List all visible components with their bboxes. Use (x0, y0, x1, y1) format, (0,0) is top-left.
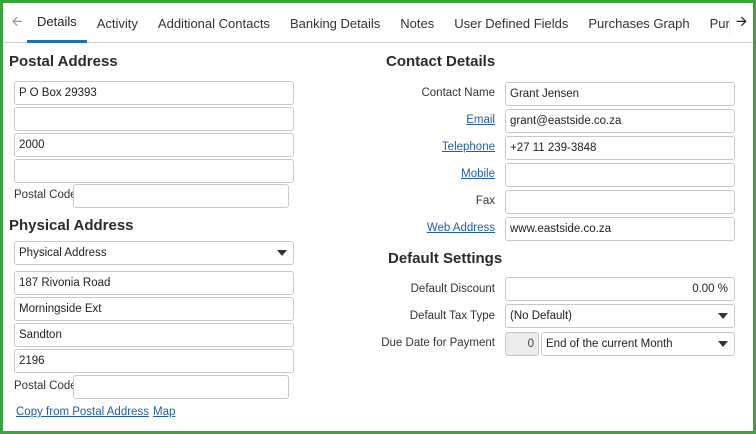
default-tax-type-label: Default Tax Type (409, 310, 495, 322)
due-date-label: Due Date for Payment (381, 337, 495, 349)
contact-name-label: Contact Name (421, 87, 495, 99)
tab-activity[interactable]: Activity (87, 3, 148, 43)
physical-address-title: Physical Address (9, 217, 134, 234)
default-tax-type-value: (No Default) (510, 310, 572, 322)
tab-purchases-graph[interactable]: Purchases Graph (578, 3, 699, 43)
tab-banking-details[interactable]: Banking Details (280, 3, 390, 43)
tab-additional-contacts[interactable]: Additional Contacts (148, 3, 280, 43)
postal-line2-input[interactable] (14, 107, 294, 131)
physical-postal-code-input[interactable] (73, 375, 289, 399)
due-date-select[interactable]: End of the current Month (541, 332, 735, 356)
telephone-input[interactable]: +27 11 239-3848 (505, 136, 735, 160)
physical-line4-input[interactable]: 2196 (14, 349, 294, 373)
contact-name-input[interactable]: Grant Jensen (505, 82, 735, 106)
postal-address-title: Postal Address (9, 53, 118, 70)
postal-code-input[interactable] (73, 184, 289, 208)
contact-details-title: Contact Details (386, 53, 496, 70)
physical-address-type-select[interactable]: Physical Address (14, 241, 294, 265)
tab-list: Details Activity Additional Contacts Ban… (27, 3, 729, 43)
tab-notes[interactable]: Notes (390, 3, 444, 43)
physical-postal-code-label: Postal Code (14, 380, 77, 392)
physical-address-type-value: Physical Address (19, 247, 107, 259)
chevron-down-icon (277, 250, 287, 256)
default-discount-input[interactable]: 0.00 % (505, 277, 735, 301)
fax-input[interactable] (505, 190, 735, 214)
web-address-link[interactable]: Web Address (427, 222, 495, 234)
due-date-value: End of the current Month (546, 338, 673, 350)
chevron-down-icon (718, 313, 728, 319)
physical-line3-input[interactable]: Sandton (14, 323, 294, 347)
email-link[interactable]: Email (466, 114, 495, 126)
mobile-input[interactable] (505, 163, 735, 187)
postal-line4-input[interactable] (14, 159, 294, 183)
postal-line1-input[interactable]: P O Box 29393 (14, 81, 294, 105)
fax-label: Fax (475, 195, 495, 207)
telephone-link[interactable]: Telephone (442, 141, 495, 153)
tab-purchase-orders[interactable]: Purchase O (700, 3, 729, 43)
map-link[interactable]: Map (153, 406, 175, 418)
default-tax-type-select[interactable]: (No Default) (505, 304, 735, 328)
window-frame: 🡨 Details Activity Additional Contacts B… (0, 0, 756, 434)
web-address-input[interactable]: www.eastside.co.za (505, 217, 735, 241)
tab-bar: 🡨 Details Activity Additional Contacts B… (3, 3, 753, 43)
default-settings-title: Default Settings (388, 250, 503, 267)
postal-code-label: Postal Code (14, 189, 77, 201)
default-discount-label: Default Discount (410, 283, 495, 295)
arrow-right-icon[interactable]: 🡪 (729, 11, 753, 35)
tab-user-defined-fields[interactable]: User Defined Fields (444, 3, 578, 43)
physical-line1-input[interactable]: 187 Rivonia Road (14, 271, 294, 295)
postal-line3-input[interactable]: 2000 (14, 133, 294, 157)
email-input[interactable]: grant@eastside.co.za (505, 109, 735, 133)
copy-from-postal-link[interactable]: Copy from Postal Address (16, 406, 149, 418)
arrow-left-icon[interactable]: 🡨 (7, 11, 27, 35)
tab-details[interactable]: Details (27, 3, 87, 43)
due-days-input[interactable]: 0 (505, 332, 539, 356)
chevron-down-icon (718, 341, 728, 347)
mobile-link[interactable]: Mobile (461, 168, 495, 180)
physical-line2-input[interactable]: Morningside Ext (14, 297, 294, 321)
